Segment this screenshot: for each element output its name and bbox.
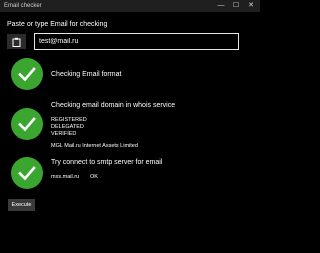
smtp-server-name: mxs.mail.ru xyxy=(51,174,80,180)
email-input[interactable] xyxy=(34,33,239,50)
smtp-check-title: Try connect to smtp server for email xyxy=(51,159,163,166)
execute-button[interactable]: Execute xyxy=(8,199,35,211)
paste-button[interactable] xyxy=(7,34,26,49)
domain-flag-registered: REGISTERED xyxy=(51,117,87,123)
checkmark-icon xyxy=(18,67,36,82)
domain-flag-verified: VERIFIED xyxy=(51,131,77,137)
minimize-button[interactable]: — xyxy=(214,0,228,12)
title-bar: Email checker — ☐ ✕ xyxy=(0,0,260,12)
domain-organization: MGL Mail.ru Internet Assets Limited xyxy=(51,143,138,149)
smtp-check-status-icon xyxy=(11,157,43,189)
close-button[interactable]: ✕ xyxy=(244,0,258,12)
maximize-button[interactable]: ☐ xyxy=(229,0,243,12)
checkmark-icon xyxy=(18,166,36,181)
domain-check-status-icon xyxy=(11,108,43,140)
clipboard-icon xyxy=(12,37,21,47)
domain-flag-delegated: DELEGATED xyxy=(51,124,84,130)
email-prompt-label: Paste or type Email for checking xyxy=(7,21,108,28)
format-check-title: Checking Email format xyxy=(51,71,122,78)
smtp-result: OK xyxy=(90,174,98,180)
domain-check-title: Checking email domain in whois service xyxy=(51,102,176,109)
window-title: Email checker xyxy=(4,3,42,9)
format-check-status-icon xyxy=(11,58,43,90)
checkmark-icon xyxy=(18,117,36,132)
